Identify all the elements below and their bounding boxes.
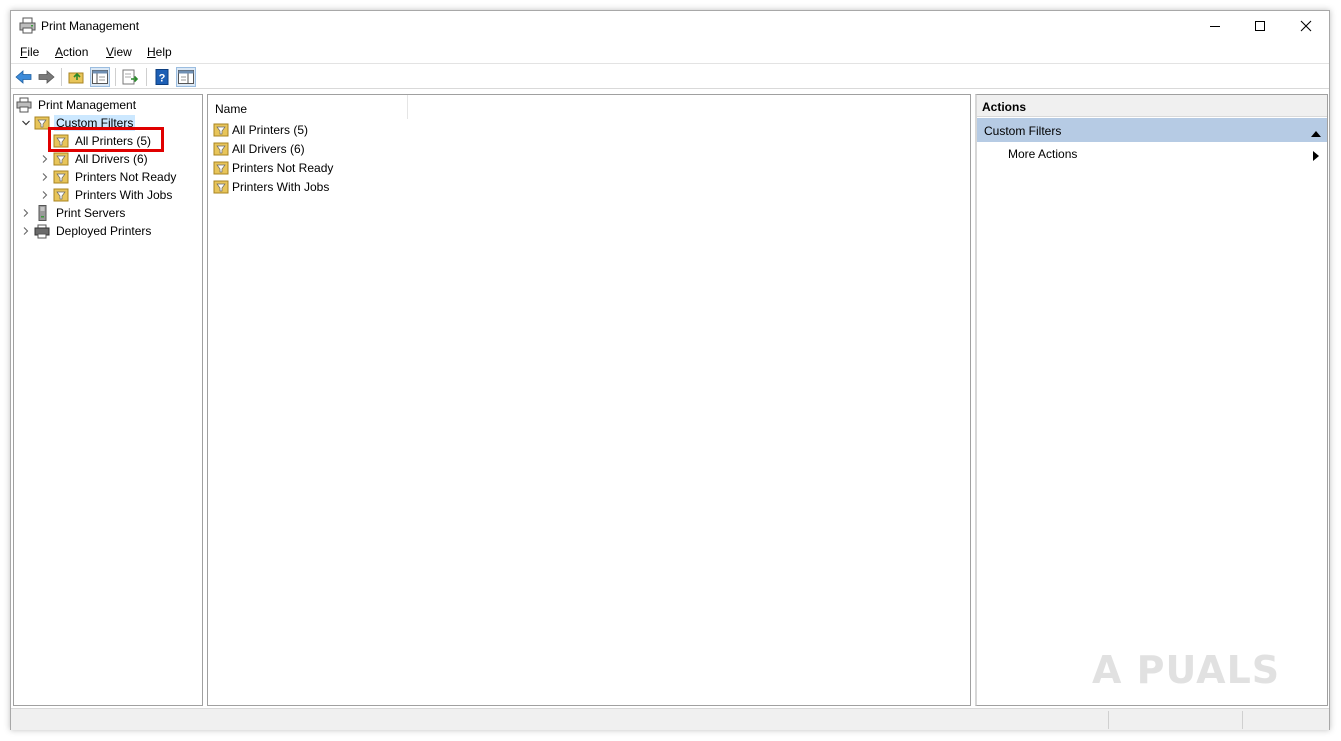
submenu-arrow-icon[interactable] — [1313, 150, 1319, 164]
minimize-button[interactable] — [1192, 11, 1238, 41]
column-header-name[interactable]: Name — [208, 95, 408, 119]
printer-app-icon — [19, 17, 37, 35]
list-item[interactable]: Printers With Jobs — [213, 178, 329, 196]
window-title: Print Management — [41, 19, 140, 33]
tree-item-print-servers[interactable]: Print Servers — [18, 204, 127, 222]
more-actions-item[interactable]: More Actions — [1008, 147, 1077, 161]
tree-label: Print Servers — [56, 206, 126, 220]
print-management-window: Print Management File Action View Help ?… — [10, 10, 1330, 730]
up-one-level-button[interactable] — [67, 67, 87, 87]
up-folder-icon — [68, 72, 84, 84]
filter-folder-icon — [53, 169, 69, 185]
tree-item-deployed-printers[interactable]: Deployed Printers — [18, 222, 153, 240]
show-hide-action-pane-icon — [178, 70, 194, 84]
close-button[interactable] — [1283, 11, 1329, 41]
results-list-pane[interactable]: Name All Printers (5) All Drivers (6) Pr… — [207, 94, 971, 706]
menu-file[interactable]: File — [20, 45, 39, 59]
filter-folder-icon — [213, 122, 229, 138]
chevron-right-icon[interactable] — [37, 169, 53, 185]
filter-folder-icon — [213, 160, 229, 176]
actions-pane: Actions Custom Filters More Actions — [975, 94, 1328, 706]
list-item-label: Printers With Jobs — [232, 180, 330, 194]
server-icon — [34, 205, 50, 221]
tree-item-print-management[interactable]: Print Management — [16, 96, 138, 114]
menu-action[interactable]: Action — [55, 45, 88, 59]
list-header: Name — [208, 95, 970, 119]
actions-group-custom-filters[interactable]: Custom Filters — [977, 118, 1327, 142]
list-item[interactable]: Printers Not Ready — [213, 159, 333, 177]
forward-button[interactable] — [36, 67, 56, 87]
filter-folder-icon — [53, 187, 69, 203]
show-hide-console-tree-button[interactable] — [90, 67, 110, 87]
svg-text:?: ? — [159, 73, 166, 85]
tree-label: Printers With Jobs — [75, 188, 173, 202]
show-hide-tree-icon — [92, 70, 108, 84]
toolbar: ? — [11, 63, 1329, 89]
filter-folder-icon — [213, 141, 229, 157]
tree-label: Print Management — [38, 98, 137, 112]
chevron-right-icon[interactable] — [18, 205, 34, 221]
back-arrow-icon — [15, 70, 32, 84]
tree-label: All Drivers (6) — [75, 152, 148, 166]
maximize-button[interactable] — [1237, 11, 1283, 41]
actions-header: Actions — [977, 95, 1327, 117]
list-item-label: Printers Not Ready — [232, 161, 334, 175]
export-list-icon — [122, 69, 139, 85]
printer-icon — [16, 97, 32, 113]
console-tree-pane[interactable]: Print Management Custom Filters All Prin… — [13, 94, 203, 706]
watermark-logo: A PUALS — [1092, 648, 1281, 692]
tree-label: Deployed Printers — [56, 224, 152, 238]
filter-folder-icon — [53, 151, 69, 167]
help-button[interactable]: ? — [152, 67, 172, 87]
chevron-down-icon[interactable] — [18, 115, 34, 131]
forward-arrow-icon — [38, 70, 55, 84]
chevron-right-icon[interactable] — [37, 151, 53, 167]
tree-item-printers-with-jobs[interactable]: Printers With Jobs — [37, 186, 174, 204]
menu-bar: File Action View Help — [11, 42, 1329, 62]
menu-view[interactable]: View — [106, 45, 132, 59]
chevron-right-icon[interactable] — [37, 187, 53, 203]
help-icon: ? — [155, 69, 169, 85]
list-item-label: All Printers (5) — [232, 123, 309, 137]
annotation-highlight-box — [48, 127, 164, 152]
tree-item-printers-not-ready[interactable]: Printers Not Ready — [37, 168, 178, 186]
list-item[interactable]: All Printers (5) — [213, 121, 308, 139]
show-hide-action-pane-button[interactable] — [176, 67, 196, 87]
menu-help[interactable]: Help — [147, 45, 172, 59]
tree-item-all-drivers[interactable]: All Drivers (6) — [37, 150, 150, 168]
list-item[interactable]: All Drivers (6) — [213, 140, 305, 158]
filter-folder-icon — [213, 179, 229, 195]
actions-group-label: Custom Filters — [984, 124, 1062, 138]
status-bar — [11, 708, 1329, 730]
title-bar[interactable]: Print Management — [11, 11, 1329, 41]
collapse-up-icon[interactable] — [1311, 126, 1321, 140]
chevron-right-icon[interactable] — [18, 223, 34, 239]
deployed-printer-icon — [34, 223, 50, 239]
export-list-button[interactable] — [121, 67, 141, 87]
list-item-label: All Drivers (6) — [232, 142, 305, 156]
tree-label: Printers Not Ready — [75, 170, 177, 184]
back-button[interactable] — [14, 67, 34, 87]
